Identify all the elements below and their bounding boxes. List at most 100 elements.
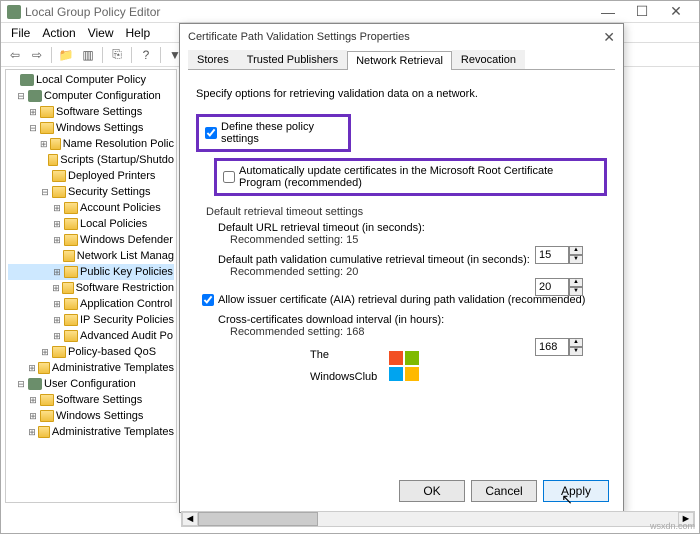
folder-icon: [64, 218, 78, 230]
folder-icon: [64, 234, 78, 246]
cancel-button[interactable]: Cancel: [471, 480, 537, 502]
folder-icon: [62, 282, 74, 294]
up-button[interactable]: 📁: [56, 45, 76, 65]
logo-line1: The: [310, 344, 377, 366]
minimize-button[interactable]: —: [591, 4, 625, 20]
tab-stores[interactable]: Stores: [188, 50, 238, 69]
spinner-up-icon[interactable]: ▲: [569, 338, 583, 347]
dialog-close-button[interactable]: ✕: [603, 29, 615, 46]
folder-icon: [64, 202, 78, 214]
cross-cert-spinner[interactable]: ▲▼: [535, 338, 583, 356]
path-timeout-spinner[interactable]: ▲▼: [535, 278, 583, 296]
apply-button[interactable]: Apply: [543, 480, 609, 502]
tree-application-control[interactable]: Application Control: [80, 298, 172, 310]
app-icon: [7, 5, 21, 19]
tree-pane[interactable]: Local Computer Policy ⊟Computer Configur…: [5, 69, 177, 503]
tree-public-key-policies[interactable]: Public Key Policies: [80, 266, 173, 278]
main-titlebar: Local Group Policy Editor — ☐ ✕: [1, 1, 699, 23]
tree-scripts[interactable]: Scripts (Startup/Shutdo: [60, 154, 174, 166]
auto-checkbox-input[interactable]: [223, 171, 235, 183]
tree-security-settings[interactable]: Security Settings: [68, 186, 151, 198]
spinner-up-icon[interactable]: ▲: [569, 278, 583, 287]
tree-software-settings[interactable]: Software Settings: [56, 106, 142, 118]
auto-label: Automatically update certificates in the…: [239, 165, 598, 189]
tree-account-policies[interactable]: Account Policies: [80, 202, 161, 214]
tree-root[interactable]: Local Computer Policy: [36, 74, 146, 86]
cross-cert-input[interactable]: [535, 338, 569, 356]
folder-icon: [50, 138, 61, 150]
tree-user-config[interactable]: User Configuration: [44, 378, 136, 390]
folder-icon: [64, 298, 78, 310]
horizontal-scrollbar[interactable]: ◄ ►: [181, 511, 695, 527]
path-timeout-input[interactable]: [535, 278, 569, 296]
tree-uc-windows[interactable]: Windows Settings: [56, 410, 143, 422]
tree-uc-software[interactable]: Software Settings: [56, 394, 142, 406]
export-button[interactable]: ⎘: [107, 45, 127, 65]
folder-icon: [52, 186, 66, 198]
auto-update-checkbox[interactable]: Automatically update certificates in the…: [223, 165, 598, 189]
tree-name-resolution[interactable]: Name Resolution Polic: [63, 138, 174, 150]
menu-view[interactable]: View: [82, 26, 120, 40]
folder-icon: [38, 362, 50, 374]
policy-icon: [20, 74, 34, 86]
menu-action[interactable]: Action: [36, 26, 81, 40]
tree-local-policies[interactable]: Local Policies: [80, 218, 147, 230]
folder-icon: [52, 170, 66, 182]
help-button[interactable]: ?: [136, 45, 156, 65]
path-timeout-label: Default path validation cumulative retri…: [218, 254, 607, 266]
tree-windows-defender[interactable]: Windows Defender: [80, 234, 173, 246]
folder-icon: [48, 154, 58, 166]
close-button[interactable]: ✕: [659, 3, 693, 20]
tree-ip-security[interactable]: IP Security Policies: [80, 314, 174, 326]
scroll-thumb[interactable]: [198, 512, 318, 526]
logo-line2: WindowsClub: [310, 366, 377, 388]
folder-icon: [40, 122, 54, 134]
tab-network-retrieval[interactable]: Network Retrieval: [347, 51, 452, 70]
cross-cert-hint: Recommended setting: 168: [230, 326, 607, 338]
windowsclub-logo: The WindowsClub: [310, 344, 419, 388]
menu-help[interactable]: Help: [120, 26, 157, 40]
define-policy-checkbox[interactable]: Define these policy settings: [205, 121, 342, 145]
user-icon: [28, 378, 42, 390]
url-timeout-hint: Recommended setting: 15: [230, 234, 607, 246]
menu-file[interactable]: File: [5, 26, 36, 40]
spinner-down-icon[interactable]: ▼: [569, 287, 583, 296]
tree-network-list[interactable]: Network List Manag: [77, 250, 174, 262]
tree-computer-config[interactable]: Computer Configuration: [44, 90, 161, 102]
define-label: Define these policy settings: [221, 121, 342, 145]
back-button[interactable]: ⇦: [5, 45, 25, 65]
define-checkbox-input[interactable]: [205, 127, 217, 139]
folder-icon: [40, 410, 54, 422]
highlight-auto-update: Automatically update certificates in the…: [214, 158, 607, 196]
tab-trusted-publishers[interactable]: Trusted Publishers: [238, 50, 347, 69]
tree-qos[interactable]: Policy-based QoS: [68, 346, 156, 358]
tree-uc-admin[interactable]: Administrative Templates: [52, 426, 174, 438]
tree-software-restriction[interactable]: Software Restriction: [76, 282, 174, 294]
folder-icon: [40, 394, 54, 406]
forward-button[interactable]: ⇨: [27, 45, 47, 65]
tree-admin-templates[interactable]: Administrative Templates: [52, 362, 174, 374]
tree-advanced-audit[interactable]: Advanced Audit Po: [80, 330, 173, 342]
highlight-define: Define these policy settings: [196, 114, 351, 152]
ok-button[interactable]: OK: [399, 480, 465, 502]
tab-strip: Stores Trusted Publishers Network Retrie…: [188, 50, 615, 70]
path-timeout-hint: Recommended setting: 20: [230, 266, 607, 278]
dialog-titlebar: Certificate Path Validation Settings Pro…: [180, 24, 623, 50]
maximize-button[interactable]: ☐: [625, 3, 659, 20]
folder-icon: [52, 346, 66, 358]
aia-checkbox-input[interactable]: [202, 294, 214, 306]
windows-logo-icon: [389, 351, 419, 381]
tree-windows-settings[interactable]: Windows Settings: [56, 122, 143, 134]
window-title: Local Group Policy Editor: [25, 5, 591, 19]
folder-icon: [63, 250, 75, 262]
panel-description: Specify options for retrieving validatio…: [196, 88, 607, 100]
dialog-title: Certificate Path Validation Settings Pro…: [188, 31, 410, 43]
computer-icon: [28, 90, 42, 102]
tab-revocation[interactable]: Revocation: [452, 50, 525, 69]
tree-deployed-printers[interactable]: Deployed Printers: [68, 170, 155, 182]
cross-cert-label: Cross-certificates download interval (in…: [218, 314, 607, 326]
properties-dialog: Certificate Path Validation Settings Pro…: [179, 23, 624, 513]
scroll-left-icon[interactable]: ◄: [182, 512, 198, 526]
spinner-down-icon[interactable]: ▼: [569, 347, 583, 356]
show-hide-button[interactable]: ▥: [78, 45, 98, 65]
